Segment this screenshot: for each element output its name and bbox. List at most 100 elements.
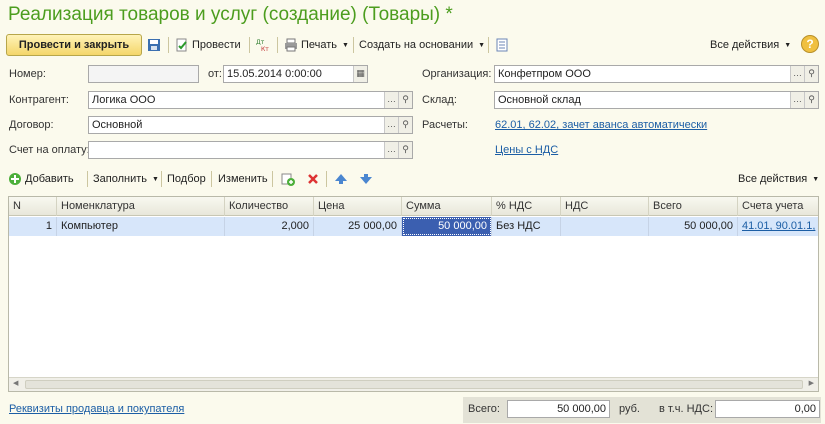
open-search-icon[interactable]: ⚲ bbox=[398, 142, 412, 158]
chevron-down-icon: ▼ bbox=[784, 41, 792, 49]
pick-label: Подбор bbox=[167, 173, 206, 185]
number-label: Номер: bbox=[9, 68, 46, 80]
organization-value: Конфетпром ООО bbox=[498, 68, 591, 80]
organization-label: Организация: bbox=[422, 68, 492, 80]
open-search-icon[interactable]: ⚲ bbox=[398, 92, 412, 108]
dt-kt-button[interactable]: Дт Кт bbox=[256, 34, 270, 56]
open-search-icon[interactable]: ⚲ bbox=[398, 117, 412, 133]
invoice-field[interactable]: … ⚲ bbox=[88, 141, 413, 159]
invoice-label: Счет на оплату: bbox=[9, 144, 90, 156]
select-dots-icon[interactable]: … bbox=[384, 142, 398, 158]
date-value: 15.05.2014 0:00:00 bbox=[227, 68, 322, 80]
col-header-price[interactable]: Цена bbox=[314, 197, 402, 216]
copy-row-icon bbox=[281, 173, 295, 186]
col-header-qty[interactable]: Количество bbox=[225, 197, 314, 216]
pick-button[interactable]: Подбор bbox=[167, 168, 206, 190]
calendar-icon[interactable]: ▦ bbox=[353, 66, 367, 82]
warehouse-field[interactable]: Основной склад … ⚲ bbox=[494, 91, 819, 109]
select-dots-icon[interactable]: … bbox=[384, 117, 398, 133]
open-search-icon[interactable]: ⚲ bbox=[804, 66, 818, 82]
chevron-down-icon: ▼ bbox=[812, 175, 820, 183]
cell-n[interactable]: 1 bbox=[9, 217, 57, 236]
totals-panel: Всего: 50 000,00 руб. в т.ч. НДС: 0,00 bbox=[463, 397, 821, 423]
all-actions-label: Все действия bbox=[710, 39, 780, 51]
scrollbar-thumb[interactable] bbox=[25, 380, 803, 389]
contractor-label: Контрагент: bbox=[9, 94, 69, 106]
requisites-link[interactable]: Реквизиты продавца и покупателя bbox=[9, 403, 184, 415]
main-toolbar: Провести и закрыть Провести Дт Кт Печать … bbox=[6, 34, 819, 56]
open-search-icon[interactable]: ⚲ bbox=[804, 92, 818, 108]
cell-accounts-link[interactable]: 41.01, 90.01.1, bbox=[738, 217, 818, 236]
cell-item[interactable]: Компьютер bbox=[57, 217, 225, 236]
cell-vat[interactable] bbox=[561, 217, 649, 236]
fill-label: Заполнить bbox=[93, 173, 148, 185]
save-button[interactable] bbox=[147, 34, 161, 56]
cell-price[interactable]: 25 000,00 bbox=[314, 217, 402, 236]
document-structure-icon bbox=[496, 38, 508, 52]
number-field[interactable] bbox=[88, 65, 199, 83]
delete-row-button[interactable] bbox=[306, 168, 320, 190]
delete-icon bbox=[308, 174, 318, 184]
cell-total[interactable]: 50 000,00 bbox=[649, 217, 738, 236]
table-all-actions-button[interactable]: Все действия ▼ bbox=[738, 168, 819, 190]
date-label: от: bbox=[208, 68, 222, 80]
svg-text:Дт: Дт bbox=[256, 39, 265, 46]
select-dots-icon[interactable]: … bbox=[790, 66, 804, 82]
add-icon bbox=[9, 173, 21, 185]
prices-with-vat-link[interactable]: Цены с НДС bbox=[495, 144, 558, 156]
copy-row-button[interactable] bbox=[281, 168, 295, 190]
add-label: Добавить bbox=[25, 173, 74, 185]
col-header-vat[interactable]: НДС bbox=[561, 197, 649, 216]
col-header-item[interactable]: Номенклатура bbox=[57, 197, 225, 216]
date-field[interactable]: 15.05.2014 0:00:00 ▦ bbox=[223, 65, 368, 83]
select-dots-icon[interactable]: … bbox=[790, 92, 804, 108]
table-all-actions-label: Все действия bbox=[738, 173, 808, 185]
cell-vat-rate[interactable]: Без НДС bbox=[492, 217, 561, 236]
save-icon bbox=[148, 39, 160, 51]
scroll-left-icon[interactable]: ◀ bbox=[13, 379, 18, 387]
contractor-field[interactable]: Логика ООО … ⚲ bbox=[88, 91, 413, 109]
chevron-down-icon: ▼ bbox=[478, 41, 486, 49]
change-label: Изменить bbox=[218, 173, 268, 185]
col-header-sum[interactable]: Сумма bbox=[402, 197, 492, 216]
col-header-n[interactable]: N bbox=[9, 197, 57, 216]
print-button[interactable]: Печать ▼ bbox=[284, 34, 349, 56]
total-field: 50 000,00 bbox=[507, 400, 610, 418]
goods-table[interactable]: N Номенклатура Количество Цена Сумма % Н… bbox=[8, 196, 819, 392]
create-based-on-button[interactable]: Создать на основании ▼ bbox=[359, 34, 485, 56]
settlements-link[interactable]: 62.01, 62.02, зачет аванса автоматически bbox=[495, 119, 707, 131]
print-label: Печать bbox=[301, 39, 338, 51]
table-row[interactable]: 1 Компьютер 2,000 25 000,00 50 000,00 Бе… bbox=[9, 217, 818, 236]
cell-sum[interactable]: 50 000,00 bbox=[402, 217, 492, 236]
move-up-button[interactable] bbox=[334, 168, 348, 190]
chevron-down-icon: ▼ bbox=[342, 41, 349, 49]
contract-value: Основной bbox=[92, 119, 143, 131]
contractor-value: Логика ООО bbox=[92, 94, 156, 106]
fill-button[interactable]: Заполнить ▼ bbox=[93, 168, 159, 190]
add-row-button[interactable]: Добавить bbox=[8, 168, 74, 190]
organization-field[interactable]: Конфетпром ООО … ⚲ bbox=[494, 65, 819, 83]
chevron-down-icon: ▼ bbox=[152, 175, 159, 183]
change-button[interactable]: Изменить bbox=[218, 168, 268, 190]
post-document-icon bbox=[176, 38, 187, 52]
dt-kt-icon: ДтКт bbox=[256, 39, 269, 52]
page-title: Реализация товаров и услуг (создание) (Т… bbox=[8, 4, 453, 25]
create-based-label: Создать на основании bbox=[359, 39, 474, 51]
move-down-button[interactable] bbox=[359, 168, 373, 190]
col-header-accounts[interactable]: Счета учета bbox=[738, 197, 818, 216]
select-dots-icon[interactable]: … bbox=[384, 92, 398, 108]
contract-field[interactable]: Основной … ⚲ bbox=[88, 116, 413, 134]
col-header-total[interactable]: Всего bbox=[649, 197, 738, 216]
horizontal-scrollbar[interactable]: ◀ ▶ bbox=[9, 377, 818, 391]
all-actions-button[interactable]: Все действия ▼ bbox=[710, 34, 791, 56]
scroll-right-icon[interactable]: ▶ bbox=[809, 379, 814, 387]
help-icon[interactable]: ? bbox=[801, 35, 819, 53]
post-button[interactable]: Провести bbox=[175, 34, 241, 56]
col-header-vat-rate[interactable]: % НДС bbox=[492, 197, 561, 216]
post-and-close-button[interactable]: Провести и закрыть bbox=[6, 34, 142, 56]
cell-qty[interactable]: 2,000 bbox=[225, 217, 314, 236]
printer-icon bbox=[285, 38, 297, 52]
structure-button[interactable] bbox=[495, 34, 509, 56]
vat-included-field: 0,00 bbox=[715, 400, 820, 418]
svg-text:Кт: Кт bbox=[261, 46, 269, 52]
